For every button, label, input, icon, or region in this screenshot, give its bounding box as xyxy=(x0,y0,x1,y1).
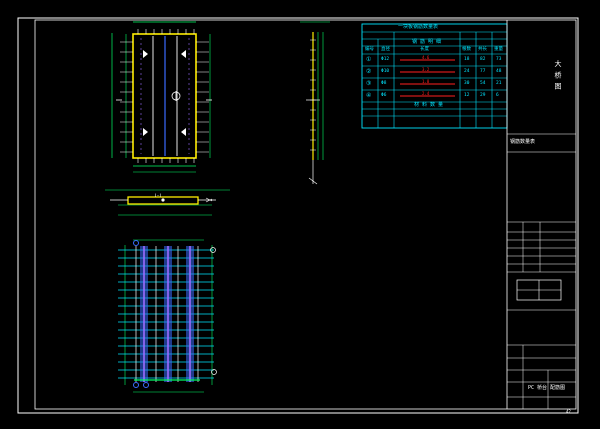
row-count: 12 xyxy=(464,93,470,98)
row-weight: 6 xyxy=(496,93,499,98)
plan-view xyxy=(111,21,212,173)
vertical-title: 大 桥 图 xyxy=(554,60,562,90)
sheet-number: 42 xyxy=(566,409,571,414)
row-length: 1.8 xyxy=(422,79,430,84)
row-weight: 48 xyxy=(496,69,502,74)
col-header-id: 编号 xyxy=(365,47,374,52)
row-weight: 21 xyxy=(496,81,502,86)
table-footer-title: 材 料 数 量 xyxy=(414,102,444,108)
inner-frame xyxy=(34,19,577,410)
col-header-weight: 重量 xyxy=(494,47,503,52)
outer-frame xyxy=(17,17,579,414)
col-header-length: 长度 xyxy=(420,47,429,52)
row-count: 30 xyxy=(464,81,470,86)
col-header-diameter: 直径 xyxy=(381,47,390,52)
row-diameter: Φ10 xyxy=(381,69,390,74)
table-header-title: 一块板钢筋数量表 xyxy=(398,24,439,30)
row-count: 18 xyxy=(464,57,470,62)
row-diameter: Φ12 xyxy=(381,57,390,62)
bottom-title: PC 桥台 配筋图 xyxy=(528,385,566,391)
row-id: ① xyxy=(366,56,372,63)
row-total: 77 xyxy=(480,69,486,74)
section-label: Ⅰ-Ⅰ xyxy=(155,193,161,199)
row-length: 4.6 xyxy=(422,55,430,60)
panel-note: 钢筋数量表 xyxy=(510,139,536,145)
elevation-view xyxy=(300,21,330,185)
cross-section-strip xyxy=(105,189,230,216)
row-count: 24 xyxy=(464,69,470,74)
row-diameter: Φ8 xyxy=(381,81,387,86)
rebar-grid-view xyxy=(118,239,217,393)
col-header-total: 共长 xyxy=(478,47,487,52)
row-length: 3.2 xyxy=(422,67,430,72)
row-total: 54 xyxy=(480,81,486,86)
title-block xyxy=(506,20,576,409)
cad-drawing-canvas xyxy=(17,17,579,414)
table-sub-title: 钢 筋 明 细 xyxy=(412,39,442,45)
row-weight: 73 xyxy=(496,57,502,62)
col-header-count: 根数 xyxy=(462,47,471,52)
row-diameter: Φ6 xyxy=(381,93,387,98)
row-length: 2.4 xyxy=(422,91,430,96)
row-total: 82 xyxy=(480,57,486,62)
row-id: ② xyxy=(366,68,372,75)
row-id: ④ xyxy=(366,92,372,99)
row-total: 29 xyxy=(480,93,486,98)
row-id: ③ xyxy=(366,80,372,87)
